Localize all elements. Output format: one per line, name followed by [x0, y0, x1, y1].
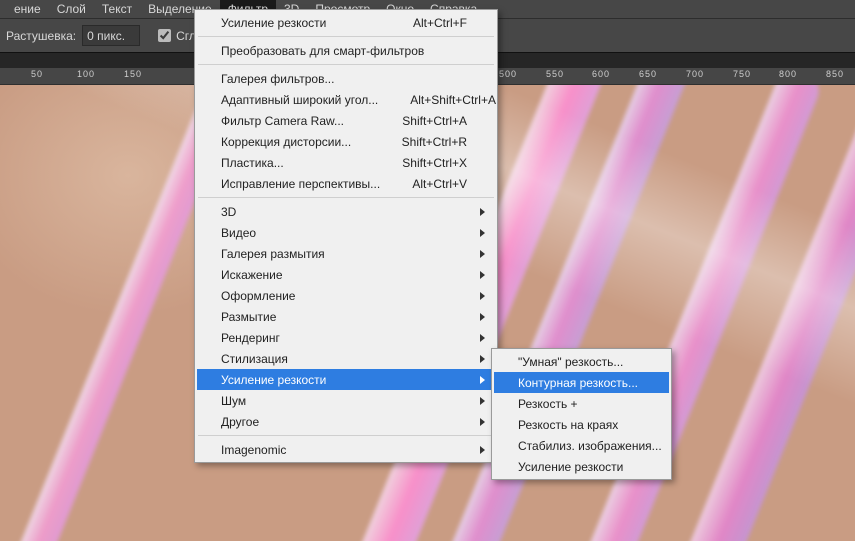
menu-pixelate[interactable]: Оформление	[197, 285, 495, 306]
menu-last-filter[interactable]: Усиление резкостиAlt+Ctrl+F	[197, 12, 495, 33]
submenu-sharpen[interactable]: Усиление резкости	[494, 456, 669, 477]
menu-filter-gallery[interactable]: Галерея фильтров...	[197, 68, 495, 89]
menu-camera-raw[interactable]: Фильтр Camera Raw...Shift+Ctrl+A	[197, 110, 495, 131]
menu-stylize[interactable]: Стилизация	[197, 348, 495, 369]
chevron-right-icon	[480, 271, 485, 279]
sharpen-submenu: "Умная" резкость... Контурная резкость..…	[491, 348, 672, 480]
submenu-sharpen-edges[interactable]: Резкость на краях	[494, 414, 669, 435]
menu-adaptive-wide[interactable]: Адаптивный широкий угол...Alt+Shift+Ctrl…	[197, 89, 495, 110]
menu-vanishing-point[interactable]: Исправление перспективы...Alt+Ctrl+V	[197, 173, 495, 194]
chevron-right-icon	[480, 229, 485, 237]
menu-blur-gallery[interactable]: Галерея размытия	[197, 243, 495, 264]
chevron-right-icon	[480, 334, 485, 342]
menu-noise[interactable]: Шум	[197, 390, 495, 411]
ruler-tick: 600	[592, 69, 610, 79]
chevron-right-icon	[480, 446, 485, 454]
ruler-tick: 800	[779, 69, 797, 79]
menu-separator	[198, 435, 494, 436]
chevron-right-icon	[480, 313, 485, 321]
feather-input[interactable]	[82, 25, 140, 46]
menu-item[interactable]: ение	[6, 0, 49, 18]
menu-separator	[198, 64, 494, 65]
ruler-tick: 700	[686, 69, 704, 79]
submenu-shake-reduction[interactable]: Стабилиз. изображения...	[494, 435, 669, 456]
chevron-right-icon	[480, 208, 485, 216]
ruler-tick: 50	[31, 69, 43, 79]
menu-render[interactable]: Рендеринг	[197, 327, 495, 348]
ruler-tick: 500	[499, 69, 517, 79]
menu-item[interactable]: Текст	[94, 0, 140, 18]
chevron-right-icon	[480, 376, 485, 384]
ruler-tick: 150	[124, 69, 142, 79]
chevron-right-icon	[480, 355, 485, 363]
chevron-right-icon	[480, 418, 485, 426]
ruler-tick: 850	[826, 69, 844, 79]
menu-item[interactable]: Слой	[49, 0, 94, 18]
chevron-right-icon	[480, 292, 485, 300]
ruler-tick: 650	[639, 69, 657, 79]
menu-video[interactable]: Видео	[197, 222, 495, 243]
menu-convert-smart[interactable]: Преобразовать для смарт-фильтров	[197, 40, 495, 61]
menu-3d[interactable]: 3D	[197, 201, 495, 222]
submenu-sharpen-more[interactable]: Резкость +	[494, 393, 669, 414]
menu-liquify[interactable]: Пластика...Shift+Ctrl+X	[197, 152, 495, 173]
antialias-checkbox[interactable]	[158, 29, 171, 42]
menu-lens-correction[interactable]: Коррекция дисторсии...Shift+Ctrl+R	[197, 131, 495, 152]
filter-menu: Усиление резкостиAlt+Ctrl+F Преобразоват…	[194, 9, 498, 463]
menu-imagenomic[interactable]: Imagenomic	[197, 439, 495, 460]
submenu-unsharp-mask[interactable]: Контурная резкость...	[494, 372, 669, 393]
menu-separator	[198, 36, 494, 37]
ruler-tick: 550	[546, 69, 564, 79]
ruler-tick: 750	[733, 69, 751, 79]
ruler-tick: 100	[77, 69, 95, 79]
menu-blur[interactable]: Размытие	[197, 306, 495, 327]
menu-other[interactable]: Другое	[197, 411, 495, 432]
menu-sharpen[interactable]: Усиление резкости	[197, 369, 495, 390]
feather-label: Растушевка:	[6, 29, 76, 43]
menu-distort[interactable]: Искажение	[197, 264, 495, 285]
menu-separator	[198, 197, 494, 198]
submenu-smart-sharpen[interactable]: "Умная" резкость...	[494, 351, 669, 372]
chevron-right-icon	[480, 397, 485, 405]
chevron-right-icon	[480, 250, 485, 258]
